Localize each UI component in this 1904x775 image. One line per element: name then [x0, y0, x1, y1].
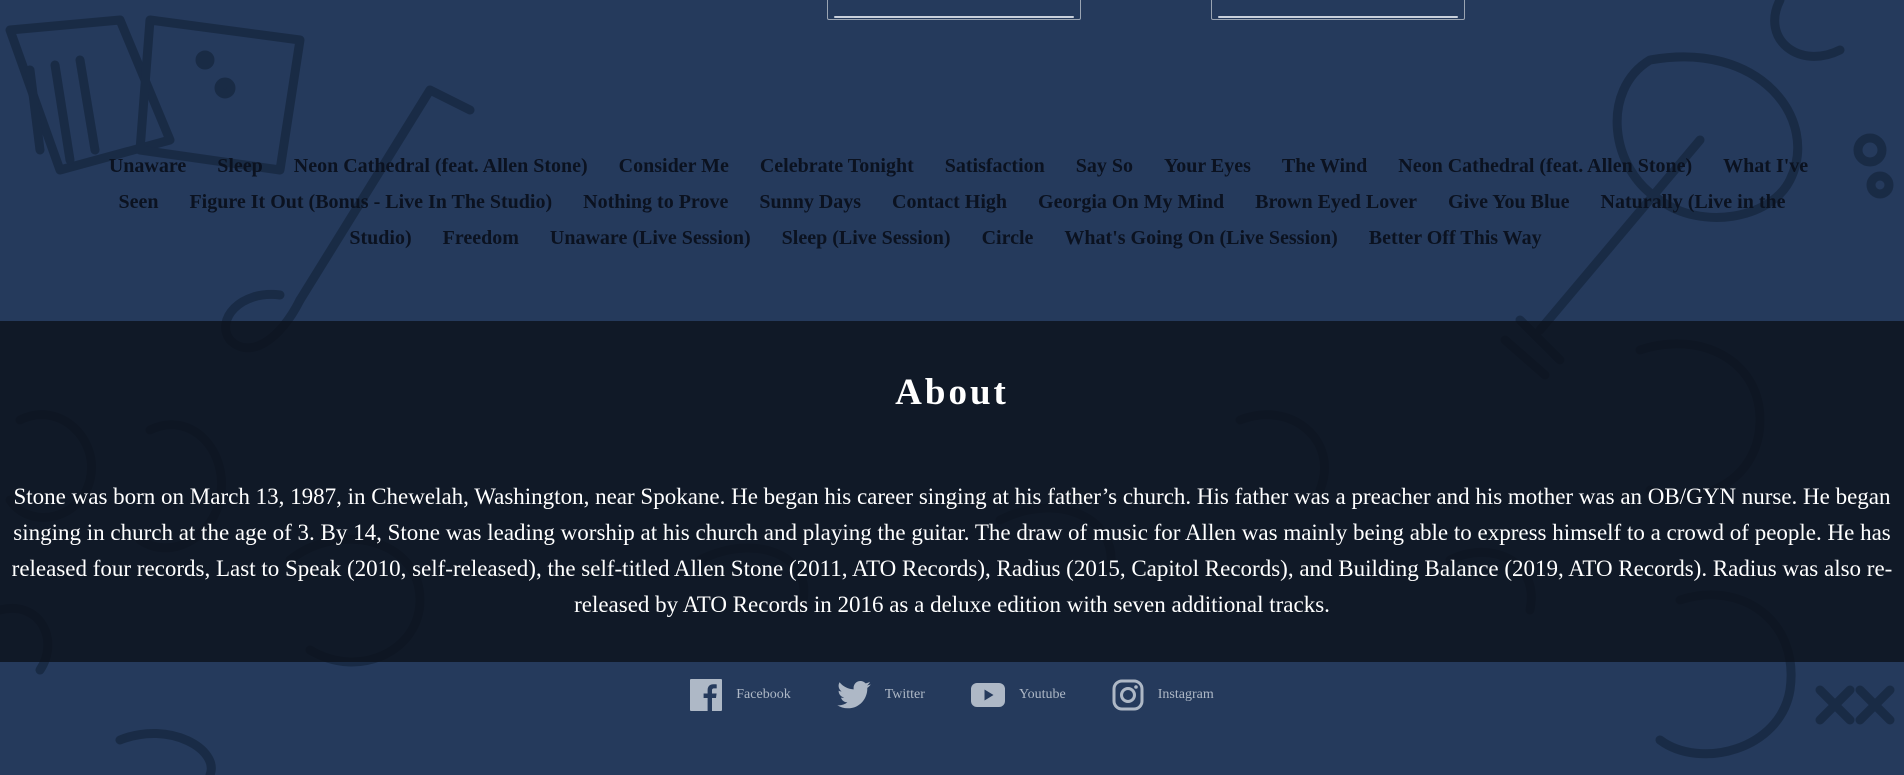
- youtube-label: Youtube: [1018, 687, 1066, 702]
- track-item[interactable]: Georgia On My Mind: [1038, 191, 1224, 213]
- track-item[interactable]: The Wind: [1282, 155, 1367, 177]
- track-item[interactable]: Say So: [1076, 155, 1133, 177]
- track-item[interactable]: Give You Blue: [1448, 191, 1570, 213]
- youtube-icon: [970, 683, 1005, 707]
- track-item[interactable]: Contact High: [892, 191, 1007, 213]
- track-item[interactable]: Better Off This Way: [1369, 227, 1542, 249]
- buy-button-frame[interactable]: [827, 0, 1081, 20]
- twitter-icon: [836, 681, 871, 709]
- track-item[interactable]: Nothing to Prove: [583, 191, 728, 213]
- twitter-label: Twitter: [884, 687, 925, 702]
- track-item[interactable]: What's Going On (Live Session): [1064, 227, 1337, 249]
- track-item[interactable]: Sleep (Live Session): [782, 227, 951, 249]
- youtube-link[interactable]: Youtube: [970, 683, 1066, 707]
- social-links: Facebook Twitter Youtube Instagram: [0, 677, 1904, 713]
- track-item[interactable]: Satisfaction: [945, 155, 1045, 177]
- track-item[interactable]: Circle: [982, 227, 1034, 249]
- stream-button-frame[interactable]: [1211, 0, 1465, 20]
- track-item[interactable]: Brown Eyed Lover: [1255, 191, 1417, 213]
- track-item[interactable]: Neon Cathedral (feat. Allen Stone): [294, 155, 588, 177]
- track-item[interactable]: Celebrate Tonight: [760, 155, 914, 177]
- track-item[interactable]: Neon Cathedral (feat. Allen Stone): [1398, 155, 1692, 177]
- track-item[interactable]: Figure It Out (Bonus - Live In The Studi…: [189, 191, 552, 213]
- tracklist: Unaware Sleep Neon Cathedral (feat. Alle…: [90, 148, 1814, 256]
- track-item[interactable]: Unaware: [109, 155, 186, 177]
- about-section: About Stone was born on March 13, 1987, …: [0, 321, 1904, 662]
- instagram-icon: [1112, 679, 1144, 711]
- facebook-icon: [690, 679, 723, 711]
- instagram-label: Instagram: [1157, 687, 1214, 702]
- track-item[interactable]: Your Eyes: [1164, 155, 1251, 177]
- about-text: Stone was born on March 13, 1987, in Che…: [11, 484, 1893, 617]
- track-item[interactable]: Freedom: [443, 227, 519, 249]
- about-heading: About: [895, 372, 1009, 413]
- instagram-link[interactable]: Instagram: [1112, 679, 1214, 711]
- track-item[interactable]: Sunny Days: [759, 191, 861, 213]
- facebook-label: Facebook: [736, 687, 791, 702]
- track-item[interactable]: Unaware (Live Session): [550, 227, 751, 249]
- track-item[interactable]: Sleep: [217, 155, 263, 177]
- track-item[interactable]: Consider Me: [619, 155, 729, 177]
- facebook-link[interactable]: Facebook: [690, 679, 791, 711]
- twitter-link[interactable]: Twitter: [836, 681, 925, 709]
